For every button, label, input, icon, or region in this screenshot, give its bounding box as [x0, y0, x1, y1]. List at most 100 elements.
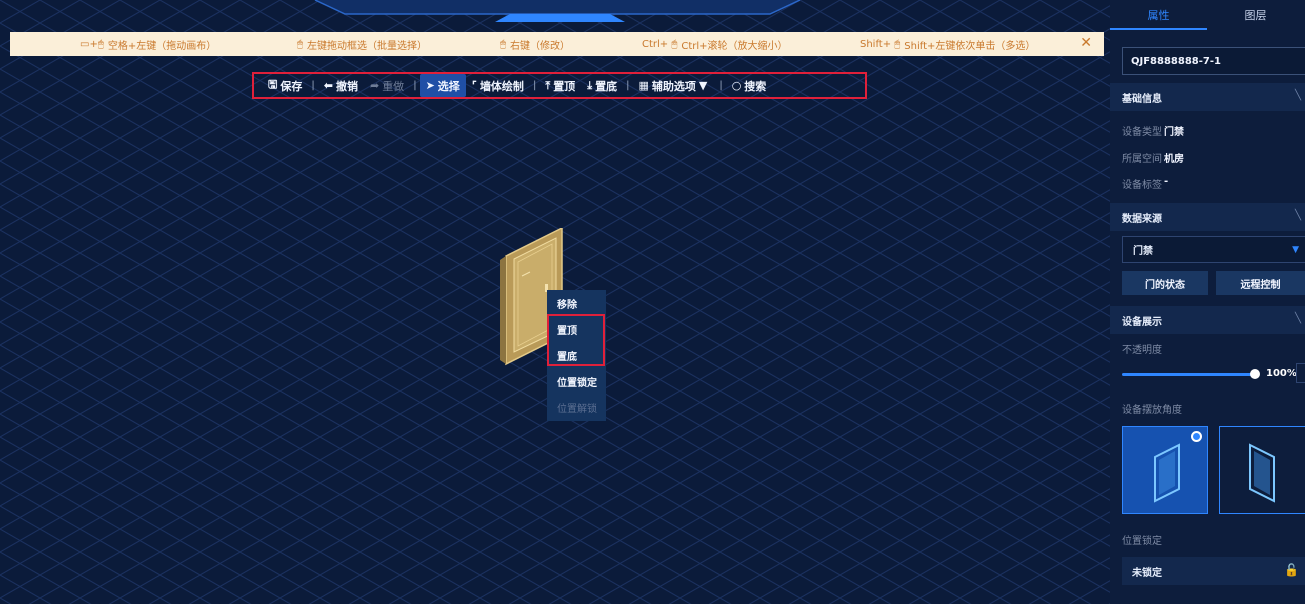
- space-value: 机房: [1164, 154, 1184, 165]
- toolbar-separator: |: [311, 80, 315, 91]
- context-lock-position-item[interactable]: 位置锁定: [547, 368, 606, 394]
- shortcut-hint-bar: ▭+🖱 空格+左键（拖动画布） 🖱 左键拖动框选（批量选择） 🖱 右键（修改） …: [10, 32, 1104, 56]
- device-type-label: 设备类型: [1122, 127, 1162, 138]
- bring-to-top-button[interactable]: ⤒ 置顶: [539, 74, 581, 97]
- tab-properties[interactable]: 属性: [1110, 0, 1207, 30]
- radio-selected-icon: [1191, 431, 1202, 442]
- toolbar-separator: |: [413, 80, 417, 91]
- close-icon[interactable]: ✕: [1080, 35, 1092, 51]
- angle-label: 设备摆放角度: [1122, 405, 1182, 416]
- data-source-value: 门禁: [1133, 246, 1153, 257]
- position-lock-label: 位置锁定: [1122, 536, 1162, 547]
- redo-icon: ➦: [369, 79, 380, 92]
- device-tag-value: -: [1164, 176, 1169, 187]
- lock-status-value: 未锁定: [1132, 567, 1162, 579]
- opacity-slider-track[interactable]: [1122, 373, 1254, 376]
- save-icon: 🖫: [268, 78, 278, 91]
- redo-label: 重做: [382, 79, 405, 93]
- data-source-header[interactable]: 数据来源 ╲: [1110, 203, 1305, 231]
- door-status-button[interactable]: 门的状态: [1122, 271, 1208, 295]
- device-name-field[interactable]: QJF8888888-7-1: [1122, 47, 1305, 75]
- space-label: 所属空间: [1122, 154, 1162, 165]
- toolbar-separator: |: [719, 80, 723, 91]
- properties-panel: 属性 图层 QJF8888888-7-1 基础信息 ╲ 设备类型 门禁 所属空间…: [1110, 0, 1305, 604]
- opacity-value: 100%: [1266, 368, 1297, 379]
- device-display-header[interactable]: 设备展示 ╲: [1110, 306, 1305, 334]
- hint-text: 右键（修改）: [510, 40, 570, 52]
- remote-control-button[interactable]: 远程控制: [1216, 271, 1305, 295]
- device-type-row: 设备类型 门禁: [1122, 123, 1184, 138]
- hint-text: Ctrl+滚轮（放大缩小）: [681, 40, 788, 52]
- hint-text: 左键拖动框选（批量选择）: [307, 40, 427, 52]
- editor-toolbar: 🖫 保存 | ⬅ 撤销 ➦ 重做 | ➤ 选择 ⌜ 墙体绘制 | ⤒ 置顶 ⤓ …: [252, 72, 867, 99]
- design-canvas[interactable]: ▭+🖱 空格+左键（拖动画布） 🖱 左键拖动框选（批量选择） 🖱 右键（修改） …: [0, 0, 1110, 604]
- arrow-to-bottom-icon: ⤓: [587, 78, 593, 92]
- save-label: 保存: [280, 79, 303, 93]
- select-label: 选择: [437, 79, 460, 93]
- section-title: 设备展示: [1122, 316, 1162, 328]
- wall-draw-icon: ⌜: [471, 79, 477, 92]
- caret-down-icon: ▼: [1292, 245, 1299, 255]
- top-banner-decoration: [314, 0, 801, 22]
- section-title: 数据来源: [1122, 213, 1162, 225]
- unlock-icon[interactable]: 🔓: [1284, 563, 1299, 577]
- wall-draw-label: 墙体绘制: [479, 79, 524, 93]
- arrow-to-top-icon: ⤒: [545, 78, 551, 92]
- chevron-down-icon: ╲: [1294, 313, 1301, 324]
- send-to-bottom-button[interactable]: ⤓ 置底: [581, 74, 623, 97]
- hint-right-click: 🖱 右键（修改）: [500, 32, 570, 56]
- undo-button[interactable]: ⬅ 撤销: [318, 74, 364, 97]
- context-to-top-item[interactable]: 置顶: [547, 316, 606, 342]
- mouse-icon: Ctrl+ 🖱: [642, 38, 678, 50]
- opacity-slider-thumb[interactable]: [1250, 369, 1260, 379]
- mouse-icon: 🖱: [500, 38, 506, 50]
- context-remove-item[interactable]: 移除: [547, 290, 606, 316]
- context-to-bottom-item[interactable]: 置底: [547, 342, 606, 368]
- search-button[interactable]: ○ 搜索: [726, 74, 773, 97]
- cursor-arrow-icon: ➤: [425, 79, 435, 92]
- panel-tabs: 属性 图层: [1110, 0, 1305, 30]
- keyboard-mouse-icon: ▭+🖱: [80, 38, 104, 50]
- toolbar-separator: |: [626, 80, 630, 91]
- redo-button[interactable]: ➦ 重做: [364, 74, 410, 97]
- aux-options-label: 辅助选项: [651, 79, 696, 93]
- undo-label: 撤销: [335, 79, 358, 93]
- hint-multi-select: Shift+ 🖱 Shift+左键依次单击（多选）: [860, 32, 1035, 56]
- search-label: 搜索: [744, 79, 767, 93]
- active-tab-indicator: [1110, 28, 1207, 30]
- chevron-down-icon: ╲: [1294, 90, 1301, 101]
- hint-box-select: 🖱 左键拖动框选（批量选择）: [297, 32, 427, 56]
- undo-icon: ⬅: [323, 79, 333, 92]
- space-row: 所属空间 机房: [1122, 150, 1184, 165]
- position-lock-row: 未锁定 🔓: [1122, 557, 1305, 585]
- hint-text: 空格+左键（拖动画布）: [107, 40, 217, 52]
- toolbar-separator: |: [532, 80, 537, 91]
- device-type-value: 门禁: [1164, 127, 1184, 138]
- to-top-label: 置顶: [553, 79, 576, 93]
- tab-layers[interactable]: 图层: [1207, 0, 1304, 30]
- table-icon: ▦: [638, 79, 649, 92]
- device-tag-row: 设备标签 -: [1122, 176, 1168, 191]
- search-icon: ○: [731, 79, 742, 92]
- to-bottom-label: 置底: [595, 79, 618, 93]
- opacity-label: 不透明度: [1122, 345, 1162, 356]
- angle-option-right[interactable]: [1219, 426, 1305, 514]
- angle-option-left[interactable]: [1122, 426, 1208, 514]
- context-unlock-position-item[interactable]: 位置解锁: [547, 394, 606, 420]
- mouse-icon: 🖱: [297, 38, 303, 50]
- hint-text: Shift+左键依次单击（多选）: [904, 40, 1036, 52]
- door-angle-right-icon: [1249, 443, 1275, 503]
- hint-zoom: Ctrl+ 🖱 Ctrl+滚轮（放大缩小）: [642, 32, 788, 56]
- select-tool-button[interactable]: ➤ 选择: [419, 74, 466, 97]
- hint-pan-canvas: ▭+🖱 空格+左键（拖动画布）: [80, 32, 216, 56]
- basic-info-header[interactable]: 基础信息 ╲: [1110, 83, 1305, 111]
- context-menu: 移除 置顶 置底 位置锁定 位置解锁: [547, 290, 606, 421]
- wall-draw-button[interactable]: ⌜ 墙体绘制: [466, 74, 530, 97]
- data-source-select[interactable]: 门禁 ▼: [1122, 236, 1305, 263]
- save-button[interactable]: 🖫 保存: [262, 74, 308, 97]
- caret-down-icon: ▼: [698, 79, 708, 92]
- aux-options-dropdown[interactable]: ▦ 辅助选项 ▼: [632, 74, 716, 97]
- device-tag-label: 设备标签: [1122, 180, 1162, 191]
- mouse-icon: Shift+ 🖱: [860, 38, 901, 50]
- opacity-input-stepper[interactable]: [1296, 363, 1305, 383]
